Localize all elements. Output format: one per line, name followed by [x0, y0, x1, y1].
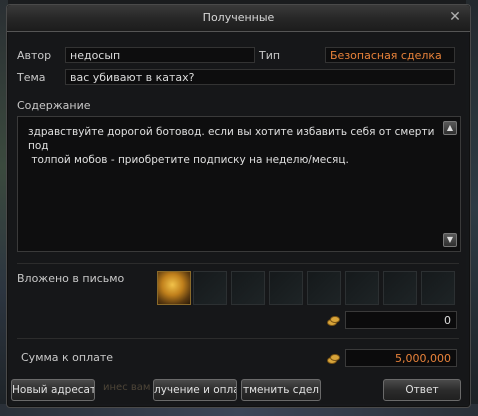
content-area[interactable]: здравствуйте дорогой ботовод. если вы хо… — [17, 116, 461, 252]
adena-icon — [327, 353, 340, 364]
author-field: недосып — [65, 47, 255, 63]
scroll-down-icon[interactable]: ▼ — [443, 233, 457, 247]
attachment-slot[interactable] — [231, 271, 265, 305]
attachment-slot[interactable] — [383, 271, 417, 305]
new-addressee-button[interactable]: Новый адресат — [11, 379, 95, 401]
content-label: Содержание — [17, 99, 91, 112]
cancel-deal-button[interactable]: тменить сдел — [241, 379, 321, 401]
divider — [17, 338, 459, 339]
window-titlebar[interactable]: Полученные ✕ — [7, 5, 470, 32]
author-label: Автор — [17, 49, 52, 62]
payment-amount-field: 5,000,000 — [345, 349, 457, 367]
type-field: Безопасная сделка — [325, 47, 455, 63]
attached-adena-field[interactable]: 0 — [345, 311, 457, 329]
attachment-slot[interactable] — [269, 271, 303, 305]
subject-label: Тема — [17, 71, 46, 84]
mail-window: Полученные ✕ Автор недосып Тип Безопасна… — [6, 4, 471, 408]
payment-label: Сумма к оплате — [21, 351, 114, 364]
background-chat-text: инес вам — [103, 382, 151, 393]
message-body: здравствуйте дорогой ботовод. если вы хо… — [28, 126, 435, 166]
attachment-slot[interactable] — [307, 271, 341, 305]
attachment-item-slot[interactable] — [157, 271, 191, 305]
close-icon[interactable]: ✕ — [448, 10, 462, 24]
window-title: Полученные — [202, 11, 275, 24]
attachment-slot[interactable] — [421, 271, 455, 305]
adena-icon — [327, 315, 340, 326]
attachments-label: Вложено в письмо — [17, 272, 125, 285]
divider — [17, 263, 459, 264]
reply-button[interactable]: Ответ — [383, 379, 461, 401]
attachment-slot[interactable] — [193, 271, 227, 305]
type-label: Тип — [259, 49, 281, 62]
subject-field: вас убивают в катах? — [65, 69, 455, 85]
scroll-up-icon[interactable]: ▲ — [443, 121, 457, 135]
attachment-slot[interactable] — [345, 271, 379, 305]
receive-and-pay-button[interactable]: лучение и опла — [153, 379, 237, 401]
